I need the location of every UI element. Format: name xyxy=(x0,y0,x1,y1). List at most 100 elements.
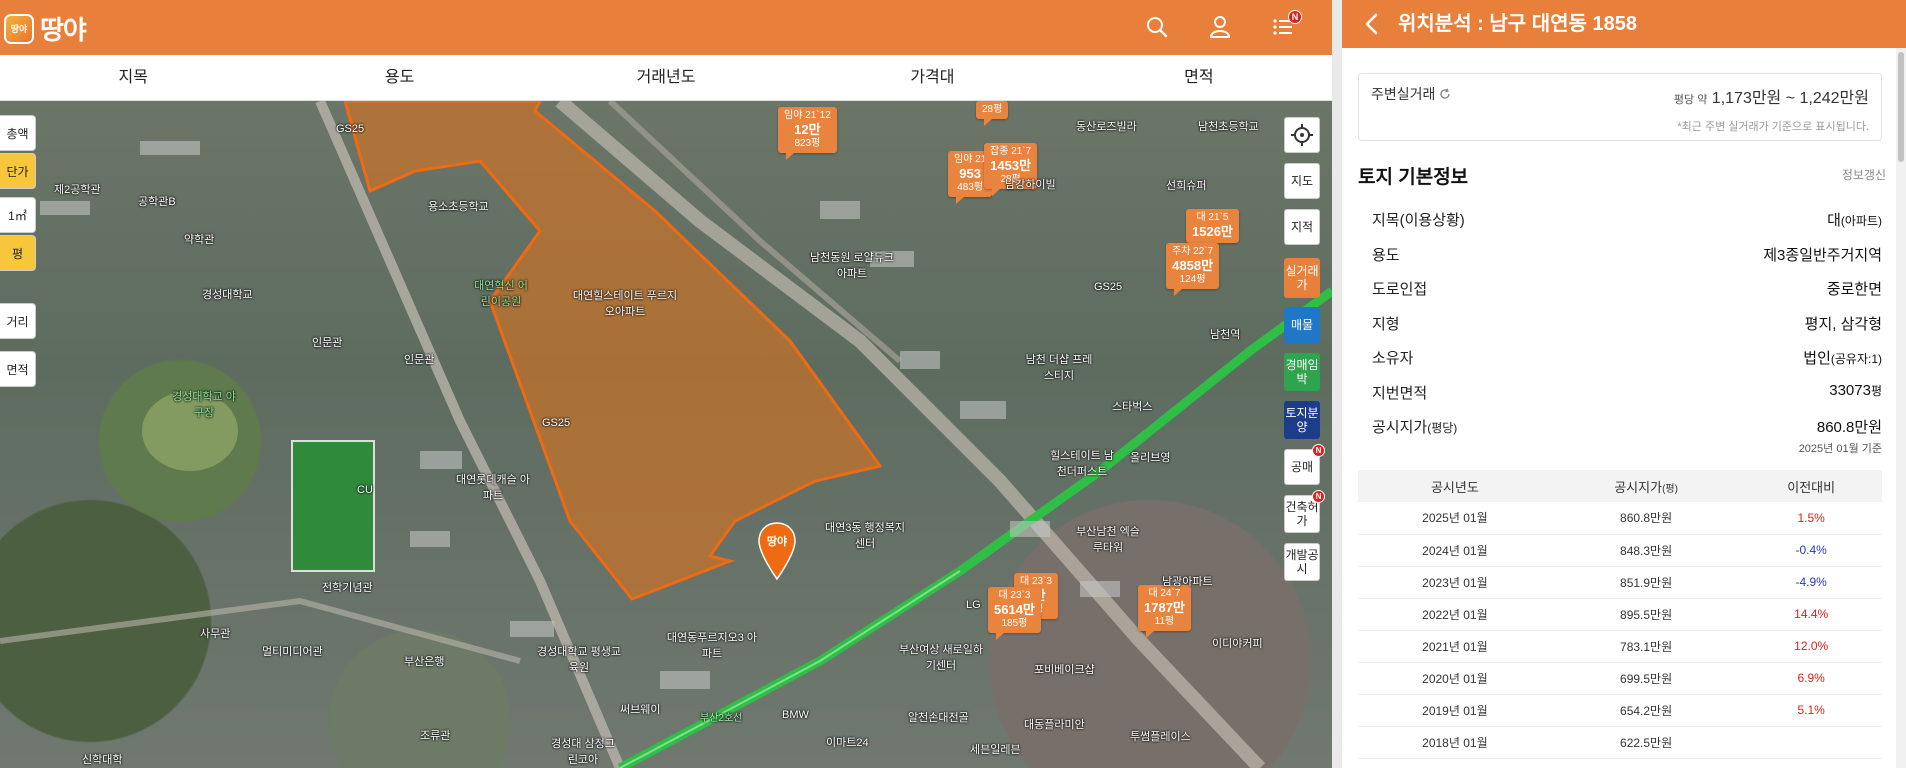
cadastral-mode-button[interactable]: 지적 xyxy=(1284,209,1320,245)
table-cell-change: 5.1% xyxy=(1740,694,1882,727)
table-cell-year: 2023년 01월 xyxy=(1358,566,1552,599)
panel-scrollbar[interactable] xyxy=(1896,48,1906,768)
scrollbar-thumb[interactable] xyxy=(1898,52,1904,162)
map-label: GS25 xyxy=(542,417,571,429)
table-cell-price: 848.3만원 xyxy=(1551,534,1741,567)
area-measure-button[interactable]: 면적 xyxy=(0,351,36,387)
dev-notice-layer-button[interactable]: 개발공시 xyxy=(1284,543,1320,581)
map-label: 조류관 xyxy=(420,730,451,742)
map-label: 인문관 xyxy=(312,337,343,349)
public-auction-label: 공매 xyxy=(1290,460,1314,474)
real-trade-layer-button[interactable]: 실거래가 xyxy=(1284,258,1320,298)
price-tag-area: 28평 xyxy=(982,104,1003,115)
table-cell-year: 2024년 01월 xyxy=(1358,534,1552,567)
info-value: 33073평 xyxy=(1829,382,1882,399)
price-tag-area: 11평 xyxy=(1154,616,1175,627)
public-auction-layer-button[interactable]: 공매 N xyxy=(1284,444,1325,485)
search-icon[interactable] xyxy=(1142,12,1172,42)
map-label: 부산은행 xyxy=(404,656,445,668)
listing-layer-button[interactable]: 매물 xyxy=(1284,307,1320,343)
total-price-toggle[interactable]: 총액 xyxy=(0,115,36,151)
map-label: 인문관 xyxy=(404,354,435,366)
table-row: 2020년 01월 699.5만원 6.9% xyxy=(1358,662,1882,695)
map-label: 부산남천 엑슬루타워 xyxy=(1076,526,1140,554)
info-row: 지형 평지, 삼각형 xyxy=(1372,313,1882,337)
sqm-unit-toggle[interactable]: 1㎡ xyxy=(0,197,36,233)
map-label: 부산2호선 xyxy=(700,713,743,724)
unit-price-toggle[interactable]: 단가 xyxy=(0,153,36,189)
building-permit-layer-button[interactable]: 건축허가 N xyxy=(1284,490,1325,533)
filter-area[interactable]: 면적 xyxy=(1066,55,1332,100)
map-label: 경성대학교 평생교육원 xyxy=(536,646,621,674)
table-cell-price: 622.5만원 xyxy=(1551,726,1741,759)
table-cell-year: 2018년 01월 xyxy=(1358,726,1552,759)
map-label: 약학관 xyxy=(184,234,215,246)
info-value: 중로한면 xyxy=(1826,281,1882,298)
map-label: 경성대학교 xyxy=(202,289,253,301)
crosshair-icon[interactable] xyxy=(1284,117,1320,153)
price-tag-type: 잡종 21`7 xyxy=(990,146,1032,157)
table-cell-price: 654.2만원 xyxy=(1551,694,1741,727)
price-tag[interactable]: 28평 xyxy=(976,101,1009,126)
filter-jimok[interactable]: 지목 xyxy=(0,55,266,100)
map-label: GS25 xyxy=(336,123,365,135)
info-value: 860.8만원 xyxy=(1816,419,1882,436)
top-bar: 땅야 땅야 N xyxy=(0,0,1332,55)
new-badge: N xyxy=(1312,444,1325,457)
filter-trade-year[interactable]: 거래년도 xyxy=(533,55,799,100)
price-tag[interactable]: 주차 22`7 4858만 124평 xyxy=(1166,243,1220,296)
table-header: 이전대비 xyxy=(1740,470,1882,502)
map-label: 남천초등학교 xyxy=(1198,121,1259,133)
map-overlay xyxy=(0,101,1332,768)
map-label: 멀티미디어관 xyxy=(262,646,323,658)
building-permit-label: 건축허가 xyxy=(1285,500,1319,528)
price-tag[interactable]: 임야 21`12 12만 823평 xyxy=(778,107,837,160)
price-tag-price: 1787만 xyxy=(1144,600,1185,615)
location-pin-icon[interactable]: 땅야 xyxy=(757,521,797,581)
map-label: 남강하이빌 xyxy=(1005,179,1056,191)
menu-icon[interactable]: N xyxy=(1268,10,1302,42)
brand-logo[interactable]: 땅야 땅야 xyxy=(4,10,87,47)
map-label: 남광아파트 xyxy=(1162,576,1213,588)
map-label: 공학관B xyxy=(138,196,176,208)
back-arrow-icon[interactable] xyxy=(1362,12,1382,36)
user-icon[interactable] xyxy=(1205,12,1235,42)
nearby-trade-title: 주변실거래 xyxy=(1371,86,1436,102)
map-label: 포비베이크샵 xyxy=(1034,664,1095,676)
info-value: 법인(공유자:1) xyxy=(1803,350,1882,367)
price-tag[interactable]: 대 21`5 1526만 xyxy=(1186,209,1239,250)
panel-title: 위치분석 : 남구 대연동 1858 xyxy=(1398,13,1637,35)
price-tag-area: 483평 xyxy=(957,182,984,193)
table-header: 공시지가(평) xyxy=(1551,470,1741,502)
map-label: 대동플라미안 xyxy=(1024,719,1085,731)
official-price-table: 공시년도 공시지가(평) 이전대비 2025년 01월 860.8만원 1.5% 20… xyxy=(1358,470,1882,759)
info-key: 지목(이용상황) xyxy=(1372,212,1465,229)
refresh-info-link[interactable]: 정보갱신 xyxy=(1842,166,1886,183)
map-label: 이디야커피 xyxy=(1212,638,1263,650)
table-header-row: 공시년도 공시지가(평) 이전대비 xyxy=(1358,470,1882,502)
map-label: 부산여상 새로일하기센터 xyxy=(898,644,983,672)
table-cell-year: 2019년 01월 xyxy=(1358,694,1552,727)
table-row: 2019년 01월 654.2만원 5.1% xyxy=(1358,694,1882,727)
map-label: GS25 xyxy=(1094,281,1123,293)
map-mode-button[interactable]: 지도 xyxy=(1284,163,1320,199)
info-row: 지번면적 33073평 xyxy=(1372,382,1882,406)
price-tag[interactable]: 대 23`3 5614만 185평 xyxy=(988,587,1041,640)
filter-price-range[interactable]: 가격대 xyxy=(799,55,1065,100)
info-row: 도로인접 중로한면 xyxy=(1372,278,1882,302)
price-tag[interactable]: 대 24`7 1787만 11평 xyxy=(1138,585,1191,638)
map-label: 대연혁신 어린이공원 xyxy=(474,280,528,308)
notification-badge: N xyxy=(1288,10,1302,24)
filter-usage[interactable]: 용도 xyxy=(266,55,532,100)
refresh-icon[interactable] xyxy=(1439,88,1451,100)
table-cell-change: 12.0% xyxy=(1740,630,1882,663)
nearby-trade-prefix: 평당 약 xyxy=(1673,94,1708,106)
distance-measure-button[interactable]: 거리 xyxy=(0,303,36,339)
land-sale-layer-button[interactable]: 토지분양 xyxy=(1284,401,1320,439)
map-label: 신학대학 xyxy=(82,754,123,766)
info-value: 대(아파트) xyxy=(1827,212,1882,229)
auction-layer-button[interactable]: 경매임박 xyxy=(1284,353,1320,391)
satellite-map[interactable]: 총액 단가 1㎡ 평 거리 면적 지도 지적 실거래가 매물 경매임박 토지분양… xyxy=(0,101,1332,768)
pyeong-unit-toggle[interactable]: 평 xyxy=(0,235,36,271)
map-label: 용소초등학교 xyxy=(428,201,489,213)
